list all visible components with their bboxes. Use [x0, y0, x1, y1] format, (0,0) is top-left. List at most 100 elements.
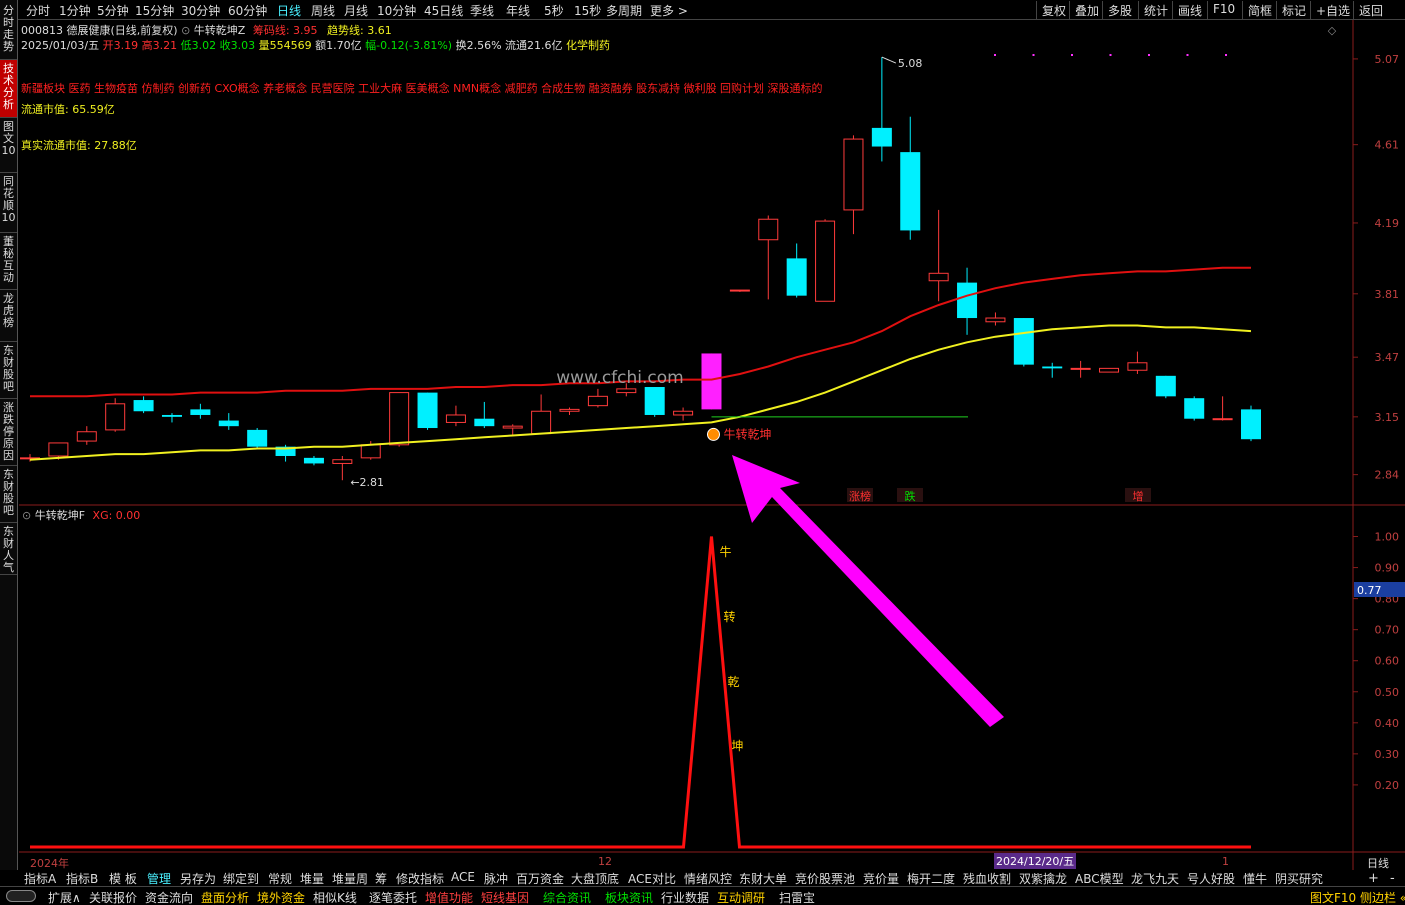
price-tick-label-5: 3.15 — [1375, 411, 1400, 424]
indicator-tab-1[interactable]: 指标B — [66, 870, 98, 886]
peak-char-2: 乾 — [727, 675, 739, 689]
sub-tick-label-3: 0.70 — [1375, 624, 1400, 637]
top-marker-dot-5 — [1186, 54, 1189, 56]
bottom-tab-4[interactable]: 境外资金 — [257, 889, 305, 905]
peak-char-0: 牛 — [719, 544, 731, 559]
period-label: 日线 — [1367, 857, 1389, 870]
indicator-tab-6[interactable]: 常规 — [268, 870, 292, 886]
bottom-tab-9[interactable]: 综合资讯 — [543, 889, 591, 905]
bottom-tab-1[interactable]: 关联报价 — [89, 889, 137, 905]
candle-body-down — [1184, 398, 1205, 419]
candle-body-up — [389, 392, 410, 446]
bottom-tab-13[interactable]: 扫雷宝 — [779, 889, 815, 905]
indicator-tab-23[interactable]: ABC模型 — [1075, 870, 1124, 886]
candle-body-down — [1155, 375, 1176, 397]
indicator-tab-11[interactable]: ACE — [451, 870, 475, 885]
indicator-tab-21[interactable]: 残血收割 — [963, 870, 1011, 886]
signal-marker-icon — [706, 427, 720, 441]
top-marker-dot-4 — [1148, 54, 1150, 56]
indicator-tab-3[interactable]: 管理 — [147, 870, 171, 886]
indicator-tab-20[interactable]: 梅开二度 — [907, 870, 955, 886]
indicator-tab-24[interactable]: 龙飞九天 — [1131, 870, 1179, 886]
candle-body-up — [928, 272, 949, 282]
price-tick-label-0: 5.07 — [1375, 53, 1400, 66]
indicator-tab-26[interactable]: 懂牛 — [1243, 870, 1267, 886]
bottom-tab-12[interactable]: 互动调研 — [717, 889, 765, 905]
sub-tick-label-8: 0.20 — [1375, 779, 1400, 792]
indicator-tab-17[interactable]: 东财大单 — [739, 870, 787, 886]
indicator-tab-12[interactable]: 脉冲 — [484, 870, 508, 886]
sub-panel-dropdown-icon[interactable]: ⊙ — [22, 509, 35, 522]
bottom-tab-8[interactable]: 短线基因 — [481, 889, 529, 905]
indicator-tab-16[interactable]: 情绪风控 — [684, 870, 732, 886]
indicator-tab-10[interactable]: 修改指标 — [396, 870, 444, 886]
indicator-tab-22[interactable]: 双紫擒龙 — [1019, 870, 1067, 886]
sub-tick-label-7: 0.30 — [1375, 748, 1400, 761]
indicator-tab-18[interactable]: 竞价股票池 — [795, 870, 855, 886]
candle-body-up — [1127, 362, 1148, 371]
bottom-function-bar: 图文F10 侧边栏 « 扩展∧ 关联报价 资金流向 盘面分析 境外资金 相似K线 逐笔委托增… — [0, 886, 1405, 905]
candle-body-down — [303, 457, 324, 464]
bottom-tab-10[interactable]: 板块资讯 — [605, 889, 653, 905]
indicator-tab-13[interactable]: 百万资金 — [516, 870, 564, 886]
date-axis-right: 1 — [1222, 855, 1229, 868]
candle-body-up — [48, 442, 69, 457]
candle-body-up — [332, 459, 353, 464]
candle-body-up — [445, 414, 466, 423]
layout-diamond-icon: ◇ — [1328, 24, 1337, 37]
indicator-tab-7[interactable]: 堆量 — [300, 870, 324, 886]
candle-body-down — [133, 400, 154, 412]
candle-body-up — [729, 289, 750, 292]
date-axis-left: 2024年 — [30, 857, 69, 870]
bottom-tab-11[interactable]: 行业数据 — [661, 889, 709, 905]
price-tick-label-1: 4.61 — [1375, 139, 1400, 152]
indicator-tab-4[interactable]: 另存为 — [180, 870, 216, 886]
sub-panel-xg: XG: 0.00 — [92, 509, 141, 522]
bottom-right-links[interactable]: 图文F10 侧边栏 « — [1310, 889, 1405, 905]
indicator-tab-14[interactable]: 大盘顶底 — [571, 870, 619, 886]
price-tick-label-2: 4.19 — [1375, 217, 1400, 230]
indicator-tab-9[interactable]: 筹 — [375, 870, 387, 886]
event-tag-1: 跌 — [905, 489, 916, 503]
zoom-out-icon: - — [1390, 871, 1395, 886]
candle-body-up — [843, 138, 864, 211]
date-axis-cursor: 2024/12/20/五 — [994, 853, 1077, 869]
indicator-tab-8[interactable]: 堆量周 — [332, 870, 368, 886]
indicator-tab-27[interactable]: 阴买研究 — [1275, 870, 1323, 886]
indicator-tab-5[interactable]: 绑定到 — [223, 870, 259, 886]
bottom-tab-5[interactable]: 相似K线 — [313, 889, 357, 905]
candle-body-down — [474, 418, 495, 427]
high-pointer — [881, 56, 897, 64]
candle-body-up — [1099, 367, 1120, 373]
bottom-tab-7[interactable]: 增值功能 — [425, 889, 473, 905]
indicator-tab-25[interactable]: 号人好股 — [1187, 870, 1235, 886]
bottom-tab-2[interactable]: 资金流向 — [145, 889, 193, 905]
candle-body-up — [587, 395, 608, 407]
indicator-tab-0[interactable]: 指标A — [24, 870, 56, 886]
candle-body-down — [1013, 318, 1034, 365]
candle-body-down — [417, 392, 438, 429]
chart-canvas[interactable]: 5.07 4.61 4.19 3.81 3.47 3.15 2.84 ◇ 5.08 ←2.81 牛转… — [0, 0, 1405, 905]
candle-body-down — [1042, 366, 1063, 369]
indicator-tab-15[interactable]: ACE对比 — [628, 870, 676, 886]
indicator-tab-19[interactable]: 竞价量 — [863, 870, 899, 886]
event-tag-0: 涨榜 — [849, 489, 871, 503]
signal-label: 牛转乾坤 — [723, 426, 771, 441]
bottom-tab-0[interactable]: 扩展∧ — [48, 889, 81, 905]
top-marker-dot-0 — [994, 54, 996, 56]
price-tick-label-4: 3.47 — [1375, 351, 1400, 364]
peak-char-1: 转 — [723, 609, 735, 624]
signal-candle — [701, 353, 722, 410]
candle-body-down — [644, 387, 665, 415]
bottom-tab-3[interactable]: 盘面分析 — [201, 889, 249, 905]
watermark-text: www.cfchi.com — [556, 368, 683, 388]
peak-char-3: 坤 — [731, 738, 743, 753]
high-price-label: 5.08 — [898, 57, 923, 70]
bottom-toggle-icon[interactable] — [6, 890, 36, 902]
price-tick-label-3: 3.81 — [1375, 288, 1400, 301]
indicator-tab-2[interactable]: 模 板 — [109, 870, 137, 886]
bottom-tab-6[interactable]: 逐笔委托 — [369, 889, 417, 905]
sub-panel-title[interactable]: 牛转乾坤F — [35, 509, 85, 522]
xg-signal-line — [30, 536, 1251, 849]
candle-body-up — [559, 408, 580, 412]
